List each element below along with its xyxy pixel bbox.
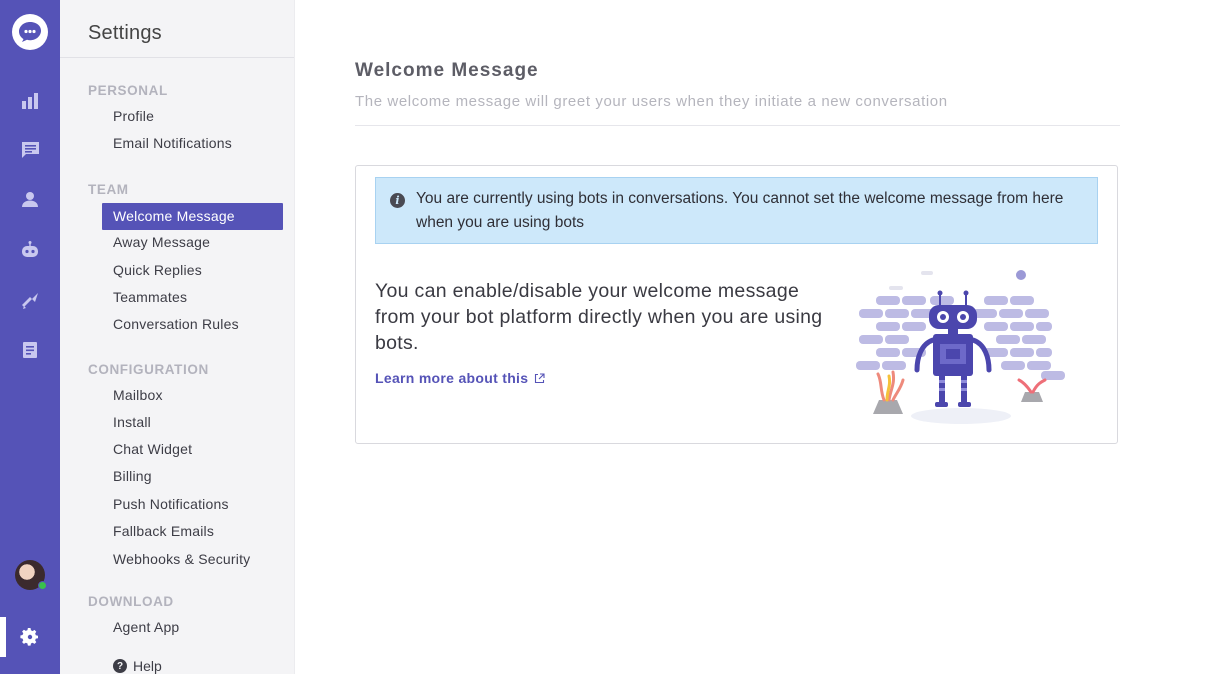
- help-label: Help: [133, 658, 162, 674]
- sidebar-item-away-message[interactable]: Away Message: [102, 229, 283, 256]
- sidebar-item-webhooks-security[interactable]: Webhooks & Security: [102, 546, 283, 573]
- sidebar-item-profile[interactable]: Profile: [102, 103, 283, 130]
- sidebar-item-conversation-rules[interactable]: Conversation Rules: [102, 311, 283, 338]
- section-heading-configuration: CONFIGURATION: [88, 362, 209, 377]
- sidebar-item-push-notifications[interactable]: Push Notifications: [102, 491, 283, 518]
- section-heading-download: DOWNLOAD: [88, 594, 174, 609]
- learn-more-label: Learn more about this: [375, 370, 529, 386]
- help-icon: ?: [113, 659, 127, 673]
- bot-notice-banner: i You are currently using bots in conver…: [375, 177, 1098, 244]
- robot-illustration: [856, 270, 1065, 424]
- contacts-icon[interactable]: [20, 189, 40, 209]
- icon-rail: [0, 0, 60, 674]
- learn-more-link[interactable]: Learn more about this: [375, 370, 545, 386]
- section-heading-team: TEAM: [88, 182, 129, 197]
- settings-sidebar: Settings PERSONAL Profile Email Notifica…: [60, 0, 295, 674]
- sidebar-title: Settings: [88, 22, 162, 44]
- sidebar-item-welcome-message[interactable]: Welcome Message: [102, 203, 283, 230]
- sidebar-item-email-notifications[interactable]: Email Notifications: [102, 130, 283, 157]
- welcome-message-card: i You are currently using bots in conver…: [355, 165, 1118, 444]
- campaigns-icon[interactable]: [20, 291, 40, 311]
- avatar[interactable]: [15, 560, 47, 590]
- sidebar-item-agent-app[interactable]: Agent App: [102, 614, 283, 641]
- page-subtitle: The welcome message will greet your user…: [355, 93, 948, 110]
- articles-icon[interactable]: [20, 340, 40, 360]
- sidebar-item-teammates[interactable]: Teammates: [102, 284, 283, 311]
- sidebar-item-mailbox[interactable]: Mailbox: [102, 382, 283, 409]
- divider: [60, 57, 294, 58]
- bot-icon[interactable]: [20, 240, 40, 260]
- bot-platform-description: You can enable/disable your welcome mess…: [375, 280, 823, 354]
- info-icon: i: [390, 193, 405, 208]
- external-link-icon: [535, 372, 545, 383]
- sidebar-item-install[interactable]: Install: [102, 409, 283, 436]
- chat-logo-icon[interactable]: [12, 14, 48, 50]
- help-link[interactable]: ? Help: [113, 658, 162, 674]
- conversations-icon[interactable]: [20, 140, 40, 160]
- sidebar-item-fallback-emails[interactable]: Fallback Emails: [102, 518, 283, 545]
- sidebar-item-chat-widget[interactable]: Chat Widget: [102, 436, 283, 463]
- reports-icon[interactable]: [20, 91, 40, 111]
- settings-icon[interactable]: [0, 617, 60, 657]
- online-status-dot: [38, 581, 47, 590]
- sidebar-item-quick-replies[interactable]: Quick Replies: [102, 257, 283, 284]
- notice-text: You are currently using bots in conversa…: [416, 190, 1064, 231]
- section-heading-personal: PERSONAL: [88, 83, 168, 98]
- sidebar-item-billing[interactable]: Billing: [102, 463, 283, 490]
- page-title: Welcome Message: [355, 60, 539, 81]
- divider: [355, 125, 1120, 126]
